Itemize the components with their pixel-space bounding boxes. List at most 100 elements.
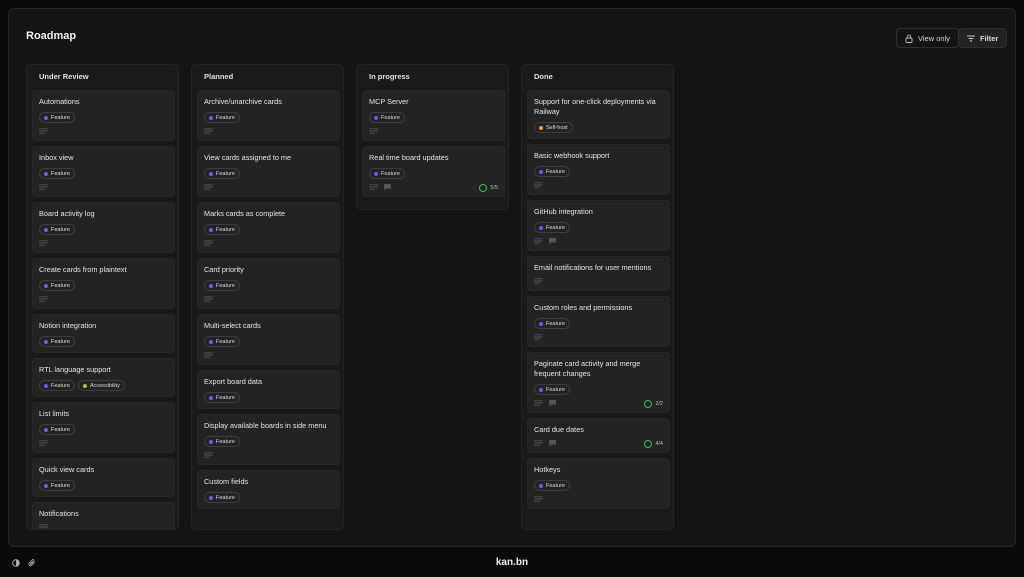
card-meta: [369, 127, 498, 135]
description-icon: [204, 128, 213, 134]
description-icon: [534, 440, 543, 446]
card[interactable]: Inbox view Feature: [32, 146, 175, 197]
card-meta: [39, 239, 168, 247]
label-text: Feature: [51, 282, 70, 289]
label-badge: Feature: [534, 318, 570, 329]
card-meta: [39, 183, 168, 191]
card[interactable]: Multi-select cards Feature: [197, 314, 340, 365]
label-text: Feature: [216, 114, 235, 121]
card-title: Notifications: [39, 509, 79, 518]
view-only-button[interactable]: View only: [896, 28, 959, 48]
card[interactable]: Real time board updates Feature 5/5: [362, 146, 505, 197]
column-planned: Planned Archive/unarchive cards Feature Vi…: [191, 64, 344, 530]
card-meta: [534, 181, 663, 189]
card-title: Support for one-click deployments via Ra…: [534, 97, 656, 116]
label-badge: Feature: [534, 480, 570, 491]
label-badge: Feature: [534, 166, 570, 177]
card-labels: Feature: [204, 168, 333, 179]
card-labels: Self-host: [534, 122, 663, 133]
label-badge: Feature: [534, 222, 570, 233]
label-text: Feature: [381, 114, 400, 121]
filter-icon: [967, 35, 975, 42]
label-color-dot: [44, 483, 48, 488]
card[interactable]: Quick view cards Feature: [32, 458, 175, 497]
card[interactable]: Notion integration Feature: [32, 314, 175, 353]
card-meta: [204, 183, 333, 191]
card[interactable]: Support for one-click deployments via Ra…: [527, 90, 670, 139]
card-list: Archive/unarchive cards Feature View cards…: [197, 90, 340, 514]
card[interactable]: Board activity log Feature: [32, 202, 175, 253]
label-badge: Feature: [204, 336, 240, 347]
label-badge: Self-host: [534, 122, 573, 133]
card[interactable]: Notifications: [32, 502, 175, 529]
card[interactable]: Custom roles and permissions Feature: [527, 296, 670, 347]
card-labels: Feature Accessibility: [39, 380, 168, 391]
label-color-dot: [539, 483, 543, 488]
label-badge: Feature: [204, 112, 240, 123]
filter-button[interactable]: Filter: [958, 28, 1008, 48]
card[interactable]: Create cards from plaintext Feature: [32, 258, 175, 309]
label-text: Feature: [51, 114, 70, 121]
card[interactable]: Paginate card activity and merge frequen…: [527, 352, 670, 413]
checklist-complete-icon: [644, 440, 653, 448]
card-list: MCP Server Feature Real time board updates…: [362, 90, 505, 202]
label-text: Feature: [51, 170, 70, 177]
card-meta: [204, 295, 333, 303]
filter-label: Filter: [980, 33, 999, 43]
card[interactable]: MCP Server Feature: [362, 90, 505, 141]
card[interactable]: Archive/unarchive cards Feature: [197, 90, 340, 141]
view-only-label: View only: [918, 33, 950, 43]
description-icon: [204, 352, 213, 358]
label-badge: Feature: [39, 336, 75, 347]
card[interactable]: List limits Feature: [32, 402, 175, 453]
card-meta: [204, 239, 333, 247]
label-badge: Feature: [39, 380, 75, 391]
label-text: Self-host: [546, 124, 568, 131]
label-text: Feature: [546, 168, 565, 175]
label-color-dot: [44, 383, 48, 388]
card-title: Email notifications for user mentions: [534, 263, 652, 272]
label-color-dot: [44, 339, 48, 344]
card[interactable]: Card priority Feature: [197, 258, 340, 309]
card-title: RTL language support: [39, 365, 111, 374]
card-title: Hotkeys: [534, 465, 561, 474]
label-text: Feature: [51, 338, 70, 345]
label-badge: Feature: [204, 392, 240, 403]
label-badge: Feature: [204, 492, 240, 503]
card-labels: Feature: [39, 280, 168, 291]
card[interactable]: Custom fields Feature: [197, 470, 340, 509]
description-icon: [534, 238, 543, 244]
card-title: Card due dates: [534, 425, 584, 434]
card-title: Basic webhook support: [534, 151, 610, 160]
label-text: Feature: [546, 224, 565, 231]
card-meta: [534, 237, 663, 245]
card[interactable]: GitHub integration Feature: [527, 200, 670, 251]
card-title: Custom fields: [204, 477, 249, 486]
column-title: Done: [534, 72, 553, 81]
card-title: Paginate card activity and merge frequen…: [534, 359, 641, 378]
column-title: In progress: [369, 72, 410, 81]
card-title: GitHub integration: [534, 207, 593, 216]
card[interactable]: Export board data Feature: [197, 370, 340, 409]
comment-icon: [548, 237, 557, 245]
label-color-dot: [209, 227, 213, 232]
card-labels: Feature: [204, 224, 333, 235]
label-badge: Feature: [204, 224, 240, 235]
card[interactable]: Hotkeys Feature: [527, 458, 670, 509]
card-list: Automations Feature Inbox view Feature Board…: [32, 90, 175, 529]
description-icon: [204, 184, 213, 190]
card-labels: Feature: [534, 480, 663, 491]
card[interactable]: Email notifications for user mentions: [527, 256, 670, 291]
card[interactable]: Automations Feature: [32, 90, 175, 141]
card[interactable]: Card due dates 4/4: [527, 418, 670, 453]
card[interactable]: Basic webhook support Feature: [527, 144, 670, 195]
card[interactable]: View cards assigned to me Feature: [197, 146, 340, 197]
label-text: Feature: [51, 382, 70, 389]
card[interactable]: RTL language support Feature Accessibility: [32, 358, 175, 397]
card[interactable]: Display available boards in side menu Fea…: [197, 414, 340, 465]
label-color-dot: [209, 495, 213, 500]
card-title: Custom roles and permissions: [534, 303, 633, 312]
card-title: Card priority: [204, 265, 244, 274]
card[interactable]: Marks cards as complete Feature: [197, 202, 340, 253]
label-badge: Feature: [204, 280, 240, 291]
